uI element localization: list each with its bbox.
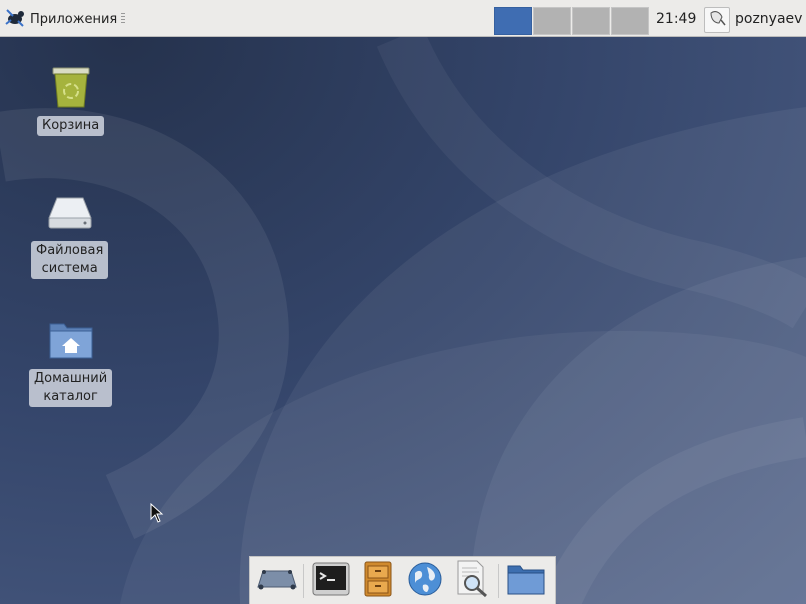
app-finder-icon [455, 560, 489, 602]
applications-menu-label: Приложения [30, 11, 118, 27]
desktop-icon-filesystem[interactable]: Файловая система [31, 187, 109, 279]
desktop-icon-label: Файловая система [31, 241, 109, 279]
desktop-icon-home[interactable]: Домашний каталог [29, 315, 113, 407]
workspace-switcher [494, 7, 650, 35]
folder-icon [507, 563, 545, 599]
bottom-dock [249, 556, 556, 604]
wallpaper-curves [0, 37, 806, 604]
workspace-2[interactable] [533, 7, 571, 35]
dock-separator [303, 563, 304, 598]
dock-terminal[interactable] [310, 560, 352, 602]
panel-clock[interactable]: 21:49 [656, 11, 696, 27]
web-browser-icon [407, 561, 443, 601]
workspace-1[interactable] [494, 7, 532, 35]
desktop-icon-label: Корзина [37, 116, 105, 136]
desktop-background: Корзина Файловая система Домашний катало… [0, 37, 806, 604]
label-line: каталог [43, 389, 98, 404]
desktop-icon-label: Домашний каталог [29, 369, 113, 407]
workspace-3[interactable] [572, 7, 610, 35]
username-label[interactable]: poznyaev [735, 11, 802, 27]
label-line: система [41, 261, 98, 276]
applications-menu-button[interactable]: Приложения [4, 6, 126, 32]
mouse-icon [707, 8, 727, 32]
dock-folder[interactable] [505, 560, 547, 602]
mouse-pointer [150, 502, 164, 527]
label-line: Домашний [34, 371, 108, 386]
trash-icon [46, 62, 96, 112]
drive-icon [45, 187, 95, 237]
dock-web-browser[interactable] [404, 560, 446, 602]
dock-show-desktop[interactable] [256, 560, 298, 602]
xfce-mouse-icon [4, 6, 26, 32]
dock-file-manager[interactable] [357, 560, 399, 602]
file-manager-icon [364, 561, 392, 601]
top-panel: Приложения 21:49 poznyaev [0, 0, 806, 37]
panel-grip[interactable] [121, 13, 126, 25]
workspace-4[interactable] [611, 7, 649, 35]
user-action-button[interactable] [704, 7, 730, 33]
desktop-icon-trash[interactable]: Корзина [37, 62, 105, 136]
dock-separator [498, 563, 499, 598]
show-desktop-icon [257, 567, 297, 595]
label-line: Файловая [36, 243, 104, 258]
terminal-icon [312, 562, 350, 600]
dock-app-finder[interactable] [451, 560, 493, 602]
home-folder-icon [46, 315, 96, 365]
